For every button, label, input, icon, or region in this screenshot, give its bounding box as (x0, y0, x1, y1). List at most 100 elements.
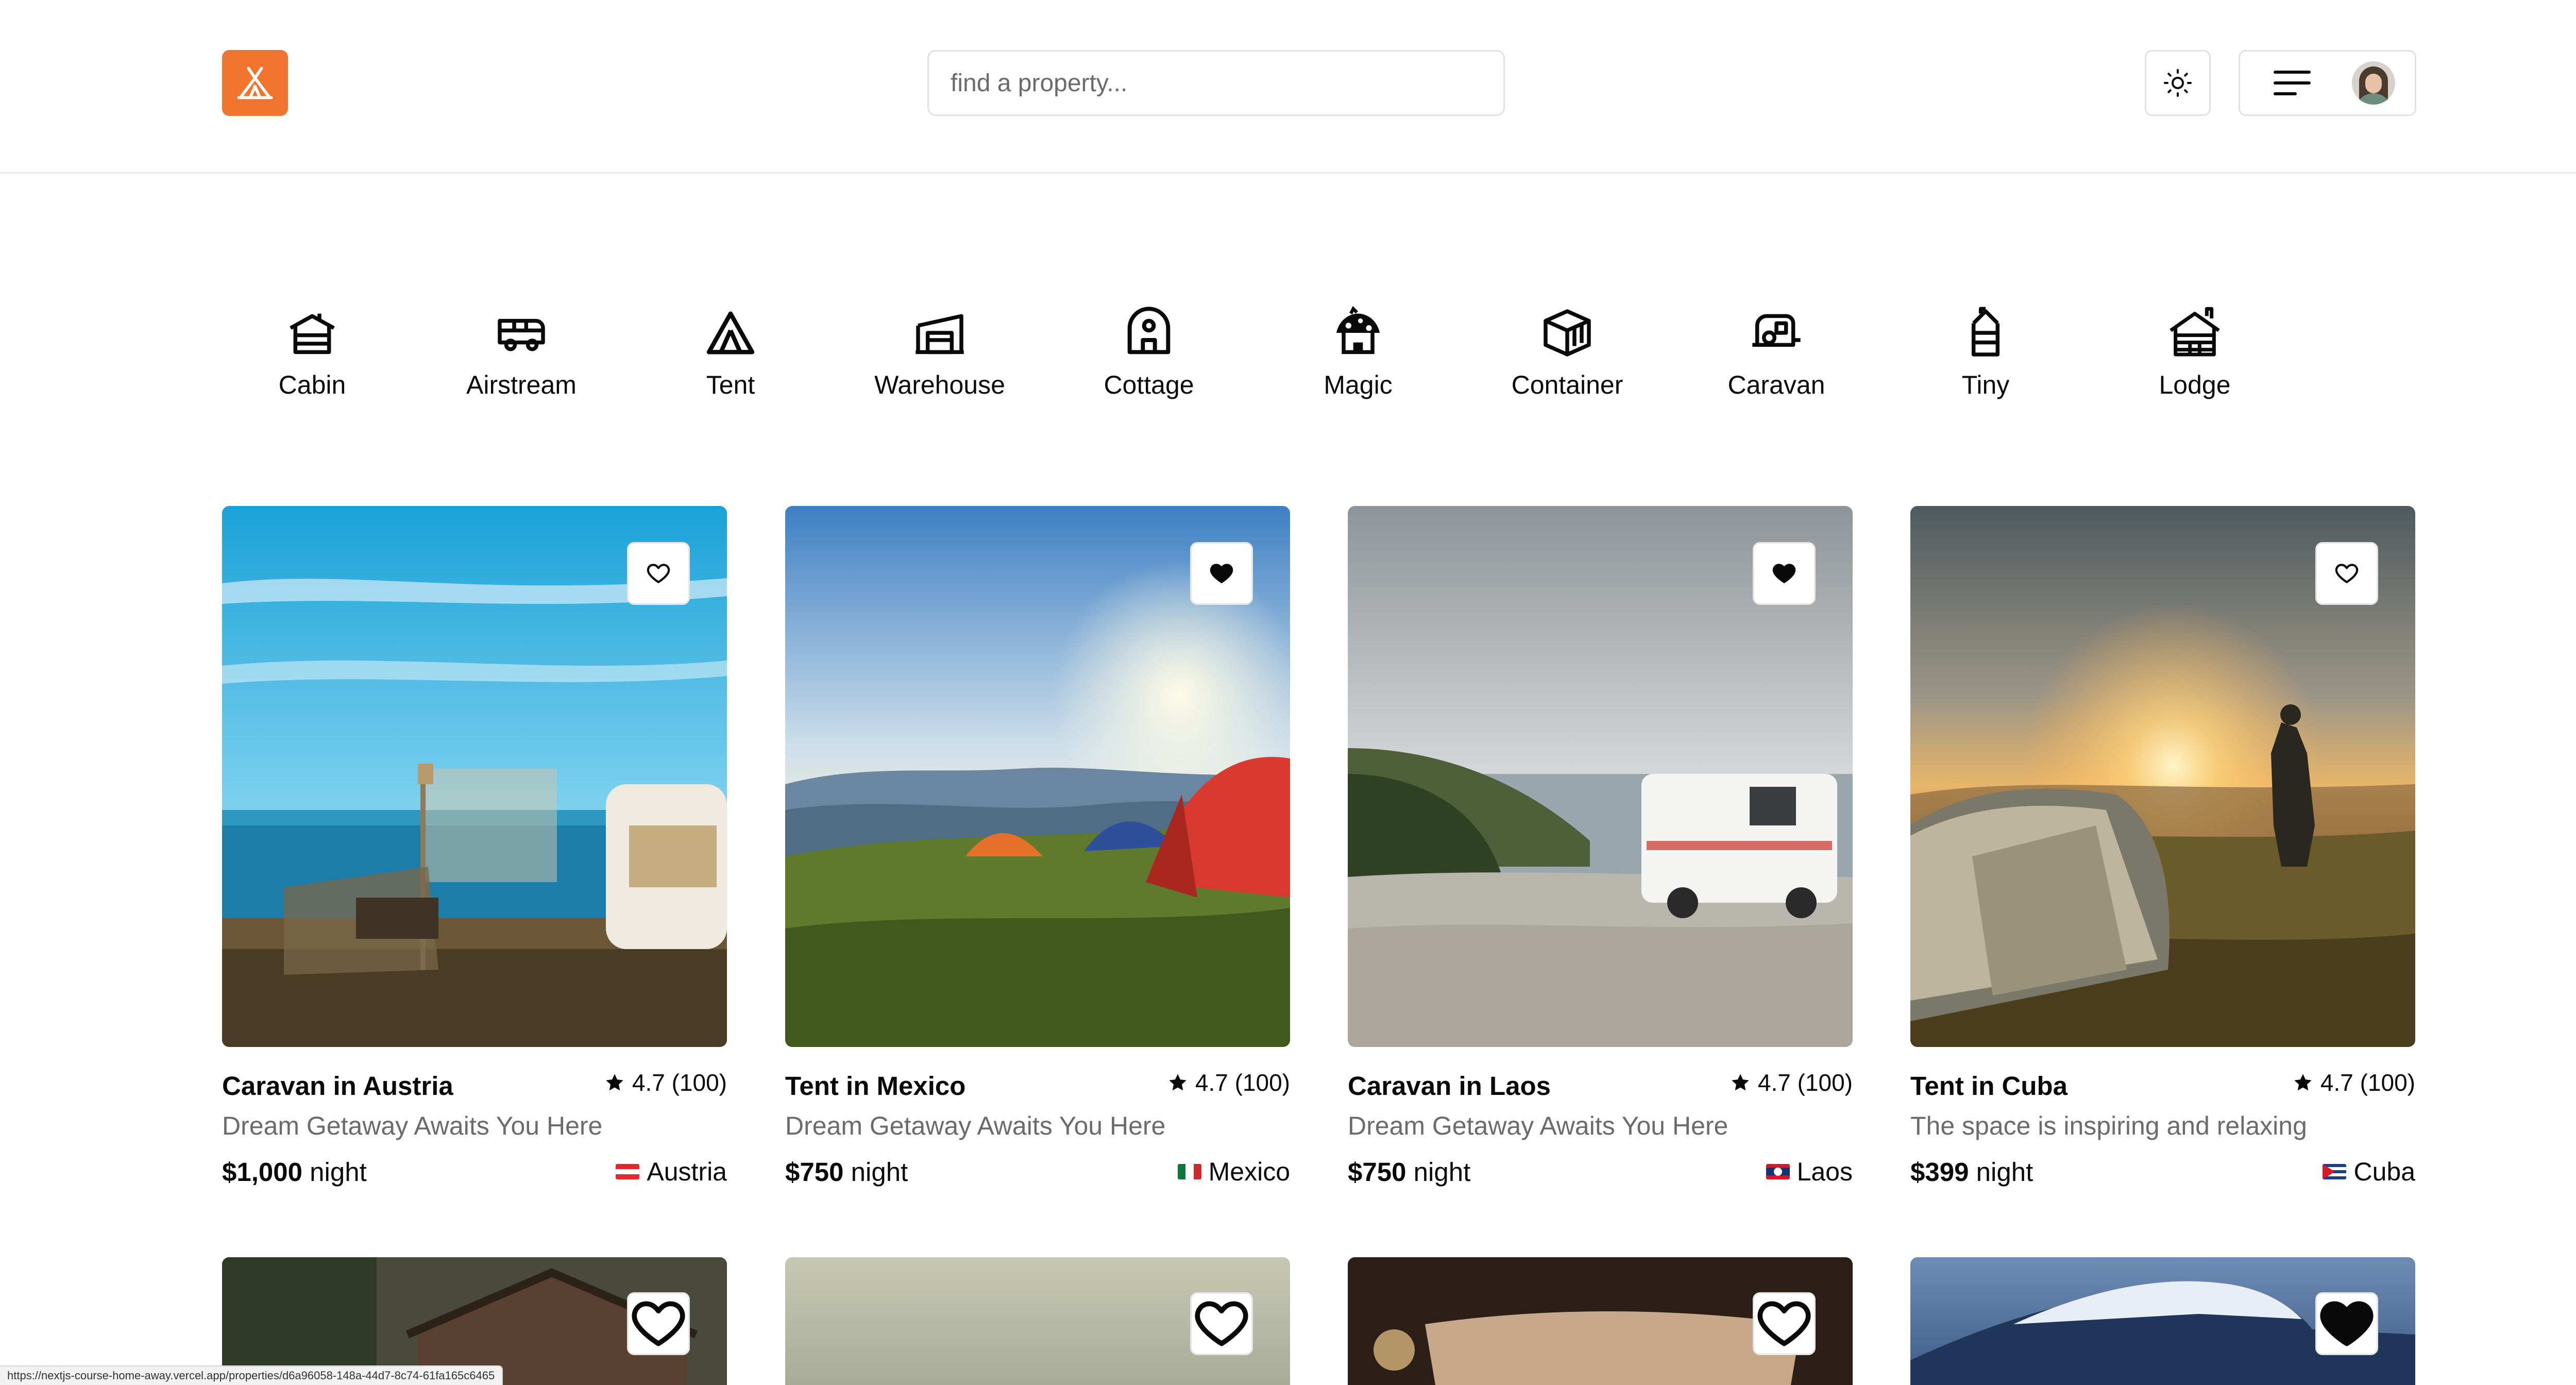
favorite-button[interactable] (1753, 1292, 1816, 1355)
price-unit: night (851, 1157, 908, 1187)
price-amount: $750 (785, 1157, 844, 1187)
property-card[interactable] (1910, 1257, 2415, 1385)
property-image[interactable] (1348, 506, 1853, 1047)
property-title: Tent in Cuba (1910, 1071, 2068, 1101)
category-caravan[interactable]: Caravan (1699, 304, 1854, 400)
favorite-button[interactable] (1190, 542, 1253, 605)
category-cabin[interactable]: Cabin (235, 304, 389, 400)
property-rating: 4.7 (100) (2293, 1069, 2415, 1096)
hamburger-icon (2274, 71, 2311, 95)
heart-filled-icon (1210, 564, 1233, 583)
category-label: Caravan (1727, 370, 1825, 399)
star-icon (1732, 1074, 1749, 1091)
heart-outline-icon (1757, 1301, 1811, 1346)
search-input[interactable] (927, 50, 1505, 116)
property-card[interactable] (785, 1257, 1290, 1385)
caravan-icon (1752, 314, 1801, 347)
property-tagline: Dream Getaway Awaits You Here (1348, 1111, 1728, 1140)
property-country: Laos (1766, 1157, 1853, 1187)
favorite-button[interactable] (1753, 542, 1816, 605)
favorite-button[interactable] (627, 1292, 690, 1355)
property-card[interactable]: Caravan in Laos 4.7 (100) Dream Getaway … (1348, 506, 1853, 1192)
favorite-button[interactable] (627, 542, 690, 605)
category-label: Tiny (1961, 370, 2010, 399)
category-label: Magic (1324, 370, 1393, 399)
property-country: Mexico (1177, 1157, 1290, 1187)
user-menu-button[interactable] (2239, 50, 2416, 116)
heart-outline-icon (2335, 564, 2359, 583)
rating-value: 4.7 (100) (632, 1069, 727, 1096)
property-price: $750 night (785, 1157, 908, 1187)
rating-value: 4.7 (100) (1757, 1069, 1853, 1096)
category-label: Warehouse (874, 370, 1005, 399)
property-price: $750 night (1348, 1157, 1470, 1187)
status-bar-url: https://nextjs-course-home-away.vercel.a… (0, 1365, 503, 1385)
austria-flag-icon (616, 1164, 640, 1179)
category-label: Tent (706, 370, 755, 399)
favorite-button[interactable] (2315, 542, 2378, 605)
heart-outline-icon (632, 1301, 685, 1346)
category-label: Lodge (2159, 370, 2231, 399)
tent-icon (706, 311, 755, 354)
magic-icon (1336, 306, 1380, 354)
country-name: Mexico (1208, 1157, 1290, 1186)
property-tagline: Dream Getaway Awaits You Here (222, 1111, 603, 1140)
navbar (0, 0, 2576, 174)
category-airstream[interactable]: Airstream (444, 304, 599, 400)
property-card[interactable]: Tent in Mexico 4.7 (100) Dream Getaway A… (785, 506, 1290, 1192)
airstream-icon (498, 318, 545, 351)
category-tiny[interactable]: Tiny (1908, 304, 2063, 400)
property-title: Caravan in Austria (222, 1071, 453, 1101)
rating-value: 4.7 (100) (1195, 1069, 1290, 1096)
property-image[interactable] (785, 506, 1290, 1047)
category-label: Cottage (1104, 370, 1194, 399)
category-label: Container (1511, 370, 1623, 399)
property-price: $1,000 night (222, 1157, 367, 1187)
price-unit: night (310, 1157, 367, 1187)
price-amount: $399 (1910, 1157, 1969, 1187)
category-list: Cabin Airstream Tent Warehouse Cottage M… (0, 304, 2576, 417)
container-icon (1544, 309, 1591, 357)
mexico-flag-icon (1177, 1164, 1201, 1179)
property-country: Cuba (2323, 1157, 2415, 1187)
property-tagline: The space is inspiring and relaxing (1910, 1111, 2307, 1140)
price-unit: night (1413, 1157, 1471, 1187)
category-cottage[interactable]: Cottage (1072, 304, 1226, 400)
country-name: Austria (647, 1157, 727, 1186)
property-card[interactable]: Tent in Cuba 4.7 (100) The space is insp… (1910, 506, 2415, 1192)
category-warehouse[interactable]: Warehouse (862, 304, 1017, 400)
category-lodge[interactable]: Lodge (2117, 304, 2272, 400)
home-logo[interactable] (222, 50, 288, 116)
property-tagline: Dream Getaway Awaits You Here (785, 1111, 1166, 1140)
property-image[interactable] (222, 506, 727, 1047)
rating-value: 4.7 (100) (2320, 1069, 2415, 1096)
category-magic[interactable]: Magic (1281, 304, 1435, 400)
property-rating: 4.7 (100) (1167, 1069, 1290, 1096)
price-amount: $1,000 (222, 1157, 302, 1187)
tent-logo-icon (237, 66, 273, 99)
property-title: Tent in Mexico (785, 1071, 966, 1101)
category-container[interactable]: Container (1490, 304, 1645, 400)
cabin-icon (290, 313, 335, 354)
warehouse-icon (916, 314, 964, 354)
category-label: Cabin (278, 370, 346, 399)
property-image[interactable] (1910, 506, 2415, 1047)
property-card[interactable]: Caravan in Austria 4.7 (100) Dream Getaw… (222, 506, 727, 1192)
category-label: Airstream (466, 370, 577, 399)
country-name: Laos (1797, 1157, 1853, 1186)
heart-filled-icon (1772, 564, 1796, 583)
property-rating: 4.7 (100) (1730, 1069, 1853, 1096)
property-country: Austria (616, 1157, 727, 1187)
heart-outline-icon (1195, 1301, 1248, 1346)
category-tent[interactable]: Tent (653, 304, 808, 400)
cuba-flag-icon (2323, 1164, 2347, 1179)
favorite-button[interactable] (2315, 1292, 2378, 1355)
country-name: Cuba (2353, 1157, 2415, 1186)
tiny-house-icon (1971, 307, 2000, 357)
favorite-button[interactable] (1190, 1292, 1253, 1355)
user-avatar (2352, 61, 2395, 105)
property-card[interactable] (1348, 1257, 1853, 1385)
star-icon (606, 1074, 623, 1091)
theme-toggle-button[interactable] (2145, 50, 2211, 116)
sun-icon (2164, 69, 2192, 97)
